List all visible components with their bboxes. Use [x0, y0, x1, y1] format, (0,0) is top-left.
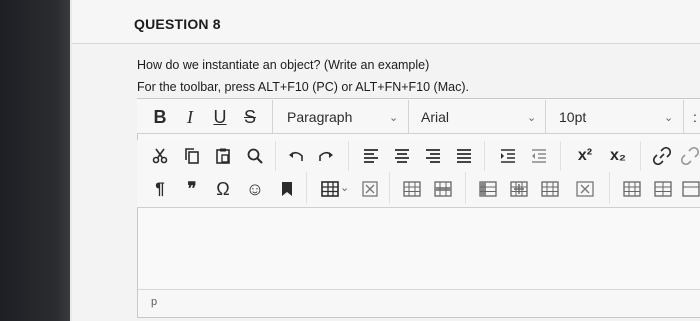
toolbar-separator — [560, 141, 561, 173]
toolbar-separator — [683, 100, 684, 134]
justify-icon[interactable] — [452, 144, 476, 168]
font-size-dropdown[interactable]: 10pt — [559, 105, 586, 129]
toolbar-separator — [545, 100, 546, 134]
font-family-dropdown[interactable]: Arial — [421, 105, 449, 129]
chevron-down-icon: ⌄ — [389, 112, 399, 124]
align-right-icon[interactable] — [421, 144, 445, 168]
undo-icon[interactable] — [284, 144, 308, 168]
paste-icon[interactable] — [211, 144, 235, 168]
chevron-down-icon[interactable]: ⌄ — [340, 181, 349, 194]
toolbar-separator — [408, 100, 409, 134]
toolbar-hint: For the toolbar, press ALT+F10 (PC) or A… — [137, 80, 469, 94]
block-format-value: Paragraph — [287, 109, 353, 125]
block-format-dropdown[interactable]: Paragraph — [287, 105, 352, 129]
link-icon[interactable] — [650, 144, 674, 168]
pilcrow-button[interactable]: ¶ — [148, 177, 172, 201]
toolbar-separator — [306, 172, 307, 204]
underline-button[interactable]: U — [208, 105, 232, 129]
table-properties-icon[interactable] — [681, 177, 700, 201]
table-col-icon[interactable] — [476, 177, 500, 201]
toolbar-separator — [465, 172, 466, 204]
subscript-button[interactable]: x₂ — [606, 144, 630, 168]
search-icon[interactable] — [243, 144, 267, 168]
delete-table-icon[interactable] — [358, 177, 382, 201]
element-path[interactable]: p — [151, 296, 157, 308]
unlink-icon[interactable] — [680, 144, 700, 168]
align-center-icon[interactable] — [390, 144, 414, 168]
table-delete-col-icon[interactable] — [573, 177, 597, 201]
italic-button[interactable]: I — [178, 105, 202, 129]
cut-icon[interactable] — [148, 144, 172, 168]
editor-content-area[interactable] — [138, 209, 700, 289]
toolbar-separator — [484, 141, 485, 173]
blockquote-button[interactable]: ❞ — [180, 177, 204, 201]
toolbar-separator — [275, 141, 276, 173]
strikethrough-button[interactable]: S — [238, 105, 262, 129]
table-row-insert-icon[interactable] — [431, 177, 455, 201]
indent-icon[interactable] — [496, 144, 520, 168]
table-icon[interactable] — [318, 177, 342, 201]
question-text: How do we instantiate an object? (Write … — [137, 58, 430, 72]
bold-button[interactable]: B — [148, 105, 172, 129]
align-left-icon[interactable] — [359, 144, 383, 168]
chevron-down-icon: ⌄ — [527, 112, 537, 124]
chevron-down-icon: ⌄ — [664, 112, 674, 124]
special-character-button[interactable]: Ω — [211, 177, 235, 201]
table-col-insert-icon[interactable] — [507, 177, 531, 201]
toolbar-separator — [272, 100, 273, 134]
question-title: QUESTION 8 — [134, 16, 221, 32]
table-cell-icon[interactable] — [538, 177, 562, 201]
bookmark-icon[interactable] — [275, 177, 299, 201]
more-icon[interactable]: : — [690, 105, 700, 129]
font-family-value: Arial — [421, 109, 450, 125]
toolbar-separator — [348, 141, 349, 173]
toolbar-separator — [640, 141, 641, 173]
toolbar-separator — [609, 172, 610, 204]
table-merge-icon[interactable] — [620, 177, 644, 201]
copy-icon[interactable] — [180, 144, 204, 168]
dark-left-edge — [0, 0, 70, 321]
emoji-button[interactable]: ☺ — [243, 177, 267, 201]
outdent-icon[interactable] — [527, 144, 551, 168]
font-size-value: 10pt — [559, 109, 587, 125]
element-path-bar — [138, 289, 700, 316]
table-split-icon[interactable] — [651, 177, 675, 201]
redo-icon[interactable] — [314, 144, 338, 168]
table-row-icon[interactable] — [400, 177, 424, 201]
toolbar-separator — [389, 172, 390, 204]
superscript-button[interactable]: x² — [573, 144, 597, 168]
